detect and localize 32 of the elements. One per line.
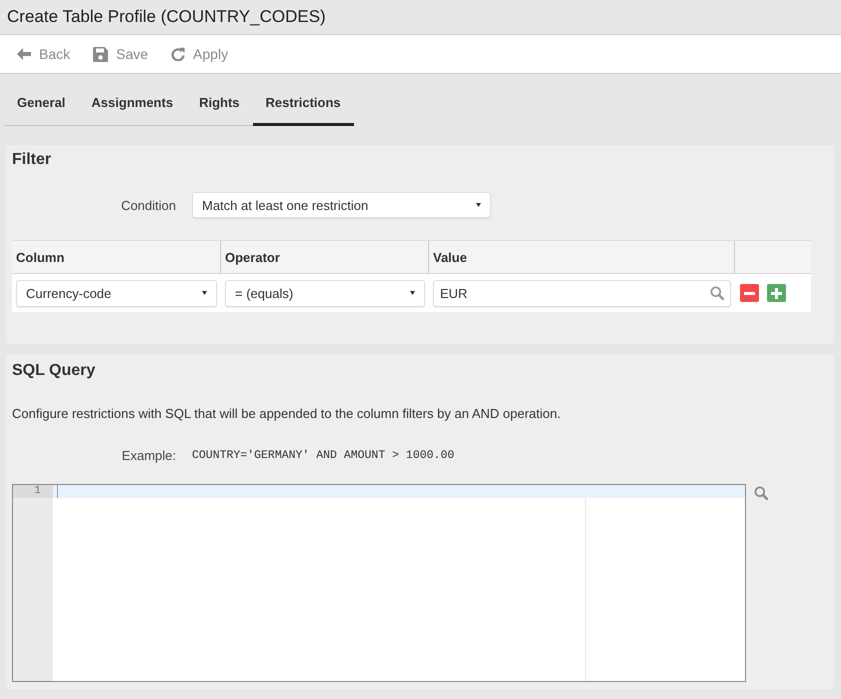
line-number: 1 xyxy=(13,485,53,498)
value-field[interactable]: EUR xyxy=(433,280,731,306)
window-title: Create Table Profile (COUNTRY_CODES) xyxy=(7,7,326,27)
section-heading: Filter xyxy=(12,150,52,170)
tab[interactable]: Assignments xyxy=(78,74,186,126)
search-button[interactable] xyxy=(754,486,768,500)
search-icon xyxy=(754,486,768,500)
example-code: COUNTRY='GERMANY' AND AMOUNT > 1000.00 xyxy=(192,448,454,462)
add-button[interactable] xyxy=(767,284,786,302)
tab[interactable]: General xyxy=(4,74,78,126)
remove-button[interactable] xyxy=(740,284,759,302)
search-icon xyxy=(710,286,724,300)
tab[interactable]: Rights xyxy=(186,74,253,126)
section-heading: SQL Query xyxy=(12,361,96,381)
column-header: Column xyxy=(12,241,221,273)
caret-icon xyxy=(202,291,207,295)
arrow-left-icon xyxy=(17,48,31,60)
operator-select[interactable]: = (equals) xyxy=(225,280,425,306)
column-select[interactable]: Currency-code xyxy=(16,280,217,306)
condition-select[interactable]: Match at least one restriction xyxy=(192,192,491,218)
minus-icon xyxy=(744,292,755,294)
example-label: Example: xyxy=(122,448,176,462)
plus-icon xyxy=(771,288,782,298)
tab[interactable]: Restrictions xyxy=(252,74,354,126)
column-header: Operator xyxy=(221,241,429,273)
text-cursor xyxy=(57,485,58,498)
column-header: Value xyxy=(429,241,735,273)
caret-icon xyxy=(476,203,481,207)
caret-icon xyxy=(410,291,415,295)
field-label: Condition xyxy=(121,198,176,212)
description-text: Configure restrictions with SQL that will be appended to the column filters by an AND operation. xyxy=(12,405,562,423)
refresh-icon xyxy=(171,47,186,61)
